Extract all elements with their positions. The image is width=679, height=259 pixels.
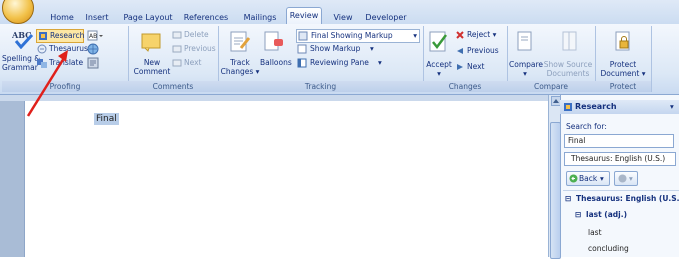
annotation-arrow <box>26 50 68 117</box>
